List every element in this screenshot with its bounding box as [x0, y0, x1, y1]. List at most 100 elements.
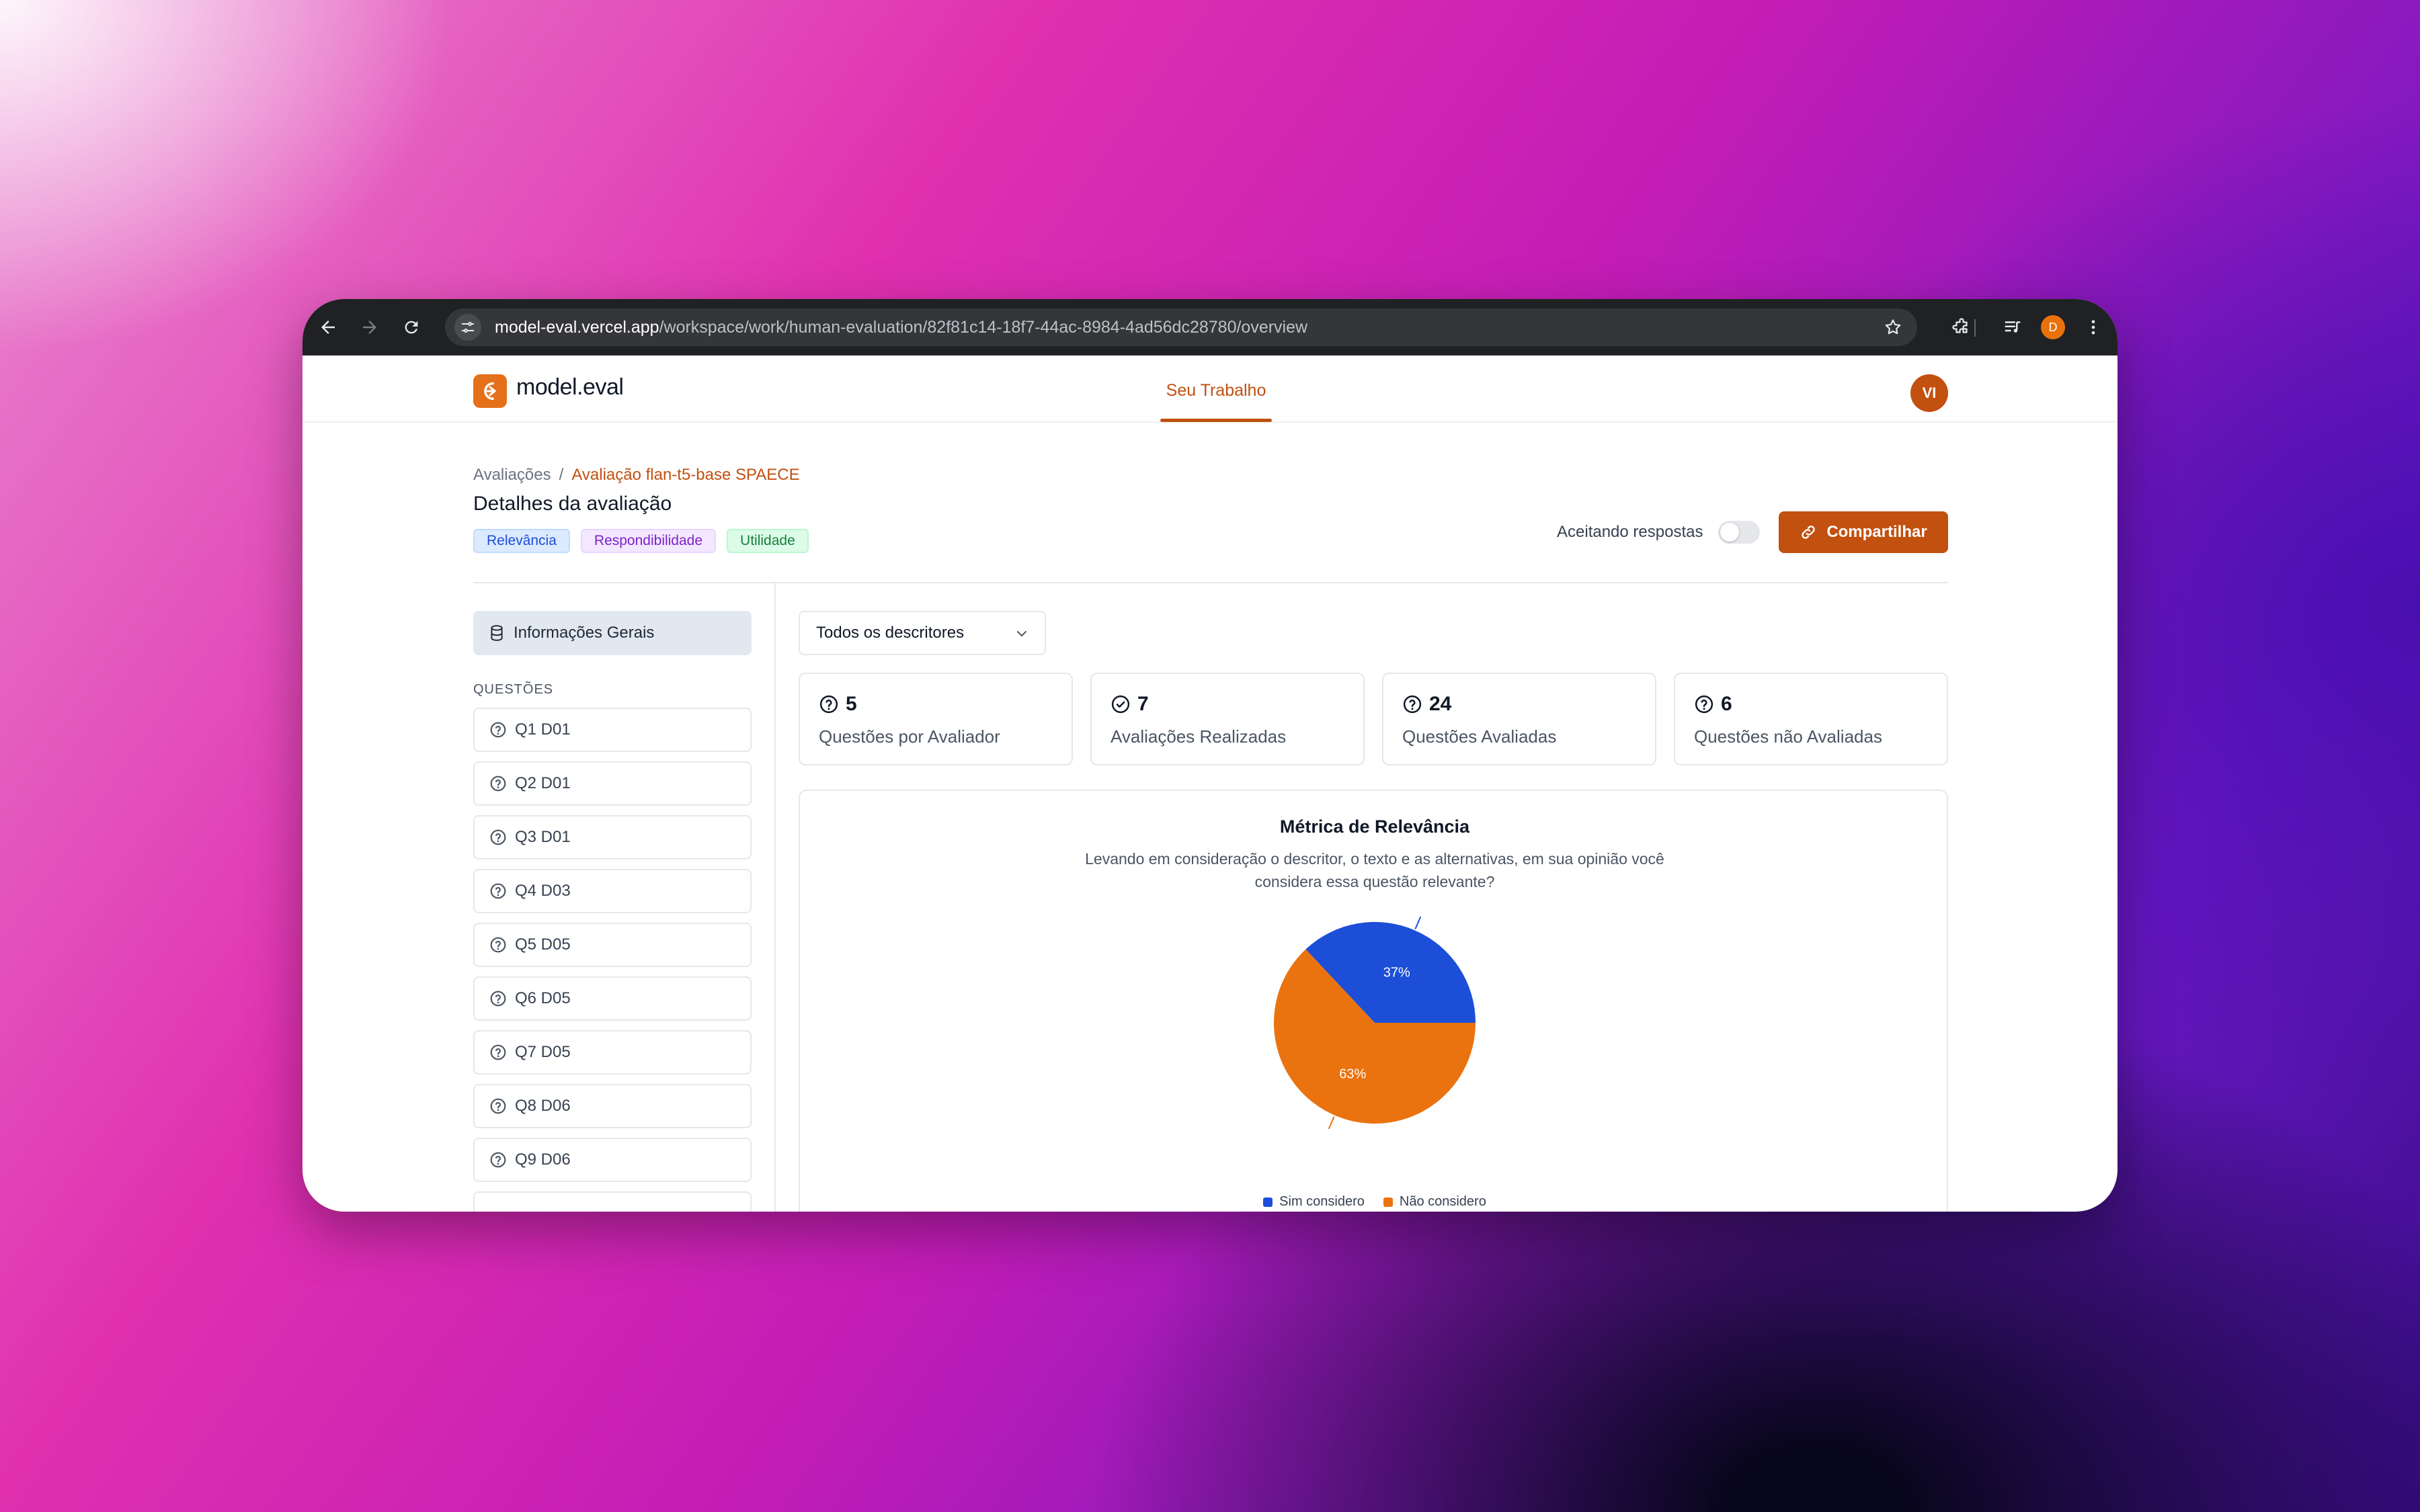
url-text[interactable]: model-eval.vercel.app/workspace/work/hum…	[495, 318, 1307, 337]
stat-card-questoes-nao-avaliadas: 6 Questões não Avaliadas	[1674, 673, 1948, 765]
stat-card-avaliacoes-realizadas: 7 Avaliações Realizadas	[1090, 673, 1365, 765]
reload-button[interactable]	[395, 311, 428, 343]
legend-item[interactable]: Não considero	[1383, 1194, 1486, 1210]
brand-name[interactable]: model.eval	[516, 374, 624, 401]
relevance-chart-card: Métrica de Relevância Levando em conside…	[799, 790, 1948, 1212]
column-divider	[774, 582, 776, 1212]
back-button[interactable]	[312, 311, 344, 343]
profile-avatar: D	[2041, 315, 2065, 339]
star-icon	[1885, 319, 1901, 335]
browser-toolbar: model-eval.vercel.app/workspace/work/hum…	[302, 299, 2118, 355]
legend-label: Não considero	[1399, 1194, 1486, 1209]
brand-logo[interactable]	[473, 374, 507, 408]
toggle-knob	[1720, 523, 1739, 542]
pie-leader-line	[1414, 916, 1422, 929]
more-vertical-icon	[2091, 320, 2095, 335]
sidebar-question-item[interactable]: Q6 D05	[473, 976, 752, 1021]
extensions-button[interactable]	[1945, 311, 1978, 343]
sidebar-question-item[interactable]: Q8 D06	[473, 1084, 752, 1128]
link-icon	[1802, 526, 1816, 539]
app-header: model.eval Seu Trabalho VI	[302, 355, 2118, 423]
question-circle-icon	[1695, 695, 1713, 714]
descriptor-select-value: Todos os descritores	[816, 624, 965, 642]
stat-value: 7	[1137, 693, 1149, 715]
stat-label: Avaliações Realizadas	[1111, 726, 1287, 747]
database-icon	[491, 625, 503, 641]
sidebar-question-item[interactable]: Q4 D03	[473, 869, 752, 913]
question-label: Q9 D06	[515, 1150, 571, 1169]
question-circle-icon	[490, 829, 506, 845]
active-tab-indicator	[1160, 419, 1272, 422]
puzzle-icon	[1952, 318, 1968, 333]
pie-data-label: 37%	[1383, 965, 1410, 980]
legend-swatch	[1383, 1197, 1393, 1207]
sidebar-question-item[interactable]: Q1 D01	[473, 708, 752, 752]
sidebar-question-item[interactable]: Q2 D01	[473, 761, 752, 806]
sidebar-question-item[interactable]	[473, 1191, 752, 1212]
tune-icon	[462, 322, 474, 333]
stat-card-questoes-por-avaliador: 5 Questões por Avaliador	[799, 673, 1073, 765]
media-control-button[interactable]	[1997, 311, 2029, 343]
chart-legend: Sim considero Não considero	[800, 1194, 1949, 1210]
question-circle-icon	[819, 695, 838, 714]
question-circle-icon	[490, 883, 506, 899]
stat-label: Questões não Avaliadas	[1694, 726, 1882, 747]
url-path: /workspace/work/human-evaluation/82f81c1…	[659, 318, 1308, 337]
accepting-responses-label: Aceitando respostas	[1557, 523, 1703, 541]
breadcrumb-current: Avaliação flan-t5-base SPAECE	[571, 466, 800, 484]
legend-label: Sim considero	[1279, 1194, 1365, 1209]
share-button-label: Compartilhar	[1826, 523, 1927, 541]
share-button[interactable]: Compartilhar	[1779, 511, 1948, 553]
logo-icon	[484, 382, 496, 401]
arrow-left-icon	[321, 321, 335, 334]
url-domain: model-eval.vercel.app	[495, 318, 659, 337]
browser-window: model-eval.vercel.app/workspace/work/hum…	[302, 299, 2118, 1212]
question-label: Q3 D01	[515, 828, 571, 846]
question-circle-icon	[1403, 695, 1422, 714]
question-circle-icon	[490, 1044, 506, 1060]
bookmark-button[interactable]	[1881, 315, 1905, 339]
tag-respondibilidade: Respondibilidade	[580, 529, 717, 553]
sidebar-item-label: Informações Gerais	[514, 624, 655, 642]
sidebar-question-item[interactable]: Q3 D01	[473, 815, 752, 859]
section-divider	[473, 582, 1948, 583]
question-label: Q2 D01	[515, 774, 571, 792]
question-label: Q1 D01	[515, 720, 571, 739]
accepting-responses-toggle[interactable]	[1718, 521, 1760, 544]
breadcrumb-root[interactable]: Avaliações	[473, 466, 551, 484]
page-title: Detalhes da avaliação	[473, 493, 672, 515]
legend-item[interactable]: Sim considero	[1263, 1194, 1365, 1210]
tag-list: Relevância Respondibilidade Utilidade	[473, 529, 809, 553]
reload-icon	[405, 321, 418, 334]
forward-button[interactable]	[354, 311, 386, 343]
sidebar-question-item[interactable]: Q7 D05	[473, 1030, 752, 1075]
tab-seu-trabalho[interactable]: Seu Trabalho	[1160, 381, 1272, 401]
question-label: Q5 D05	[515, 935, 571, 954]
chevron-down-icon	[1017, 631, 1026, 636]
question-circle-icon	[490, 1098, 506, 1114]
questions-heading: QUESTÕES	[473, 682, 554, 697]
sidebar-item-informacoes-gerais[interactable]: Informações Gerais	[473, 611, 752, 655]
stat-label: Questões por Avaliador	[819, 726, 1000, 747]
user-avatar[interactable]: VI	[1910, 374, 1948, 412]
pie-leader-line	[1328, 1116, 1335, 1130]
descriptor-select[interactable]: Todos os descritores	[799, 611, 1046, 655]
site-settings-button[interactable]	[454, 314, 481, 341]
pie-chart: 37% 63%	[1274, 916, 1476, 1130]
sidebar-question-item[interactable]: Q5 D05	[473, 923, 752, 967]
tag-relevancia: Relevância	[473, 529, 570, 553]
address-bar[interactable]: model-eval.vercel.app/workspace/work/hum…	[445, 308, 1917, 346]
stat-card-questoes-avaliadas: 24 Questões Avaliadas	[1382, 673, 1656, 765]
profile-button[interactable]: D	[2037, 311, 2069, 343]
question-circle-icon	[490, 775, 506, 792]
question-label: Q7 D05	[515, 1043, 571, 1061]
question-circle-icon	[490, 937, 506, 953]
stat-label: Questões Avaliadas	[1402, 726, 1557, 747]
question-circle-icon	[490, 1152, 506, 1168]
sidebar-question-item[interactable]: Q9 D06	[473, 1138, 752, 1182]
question-circle-icon	[490, 991, 506, 1007]
legend-swatch	[1263, 1197, 1273, 1207]
queue-music-icon	[2005, 321, 2021, 333]
stat-value: 24	[1429, 693, 1452, 715]
browser-menu-button[interactable]	[2077, 311, 2109, 343]
